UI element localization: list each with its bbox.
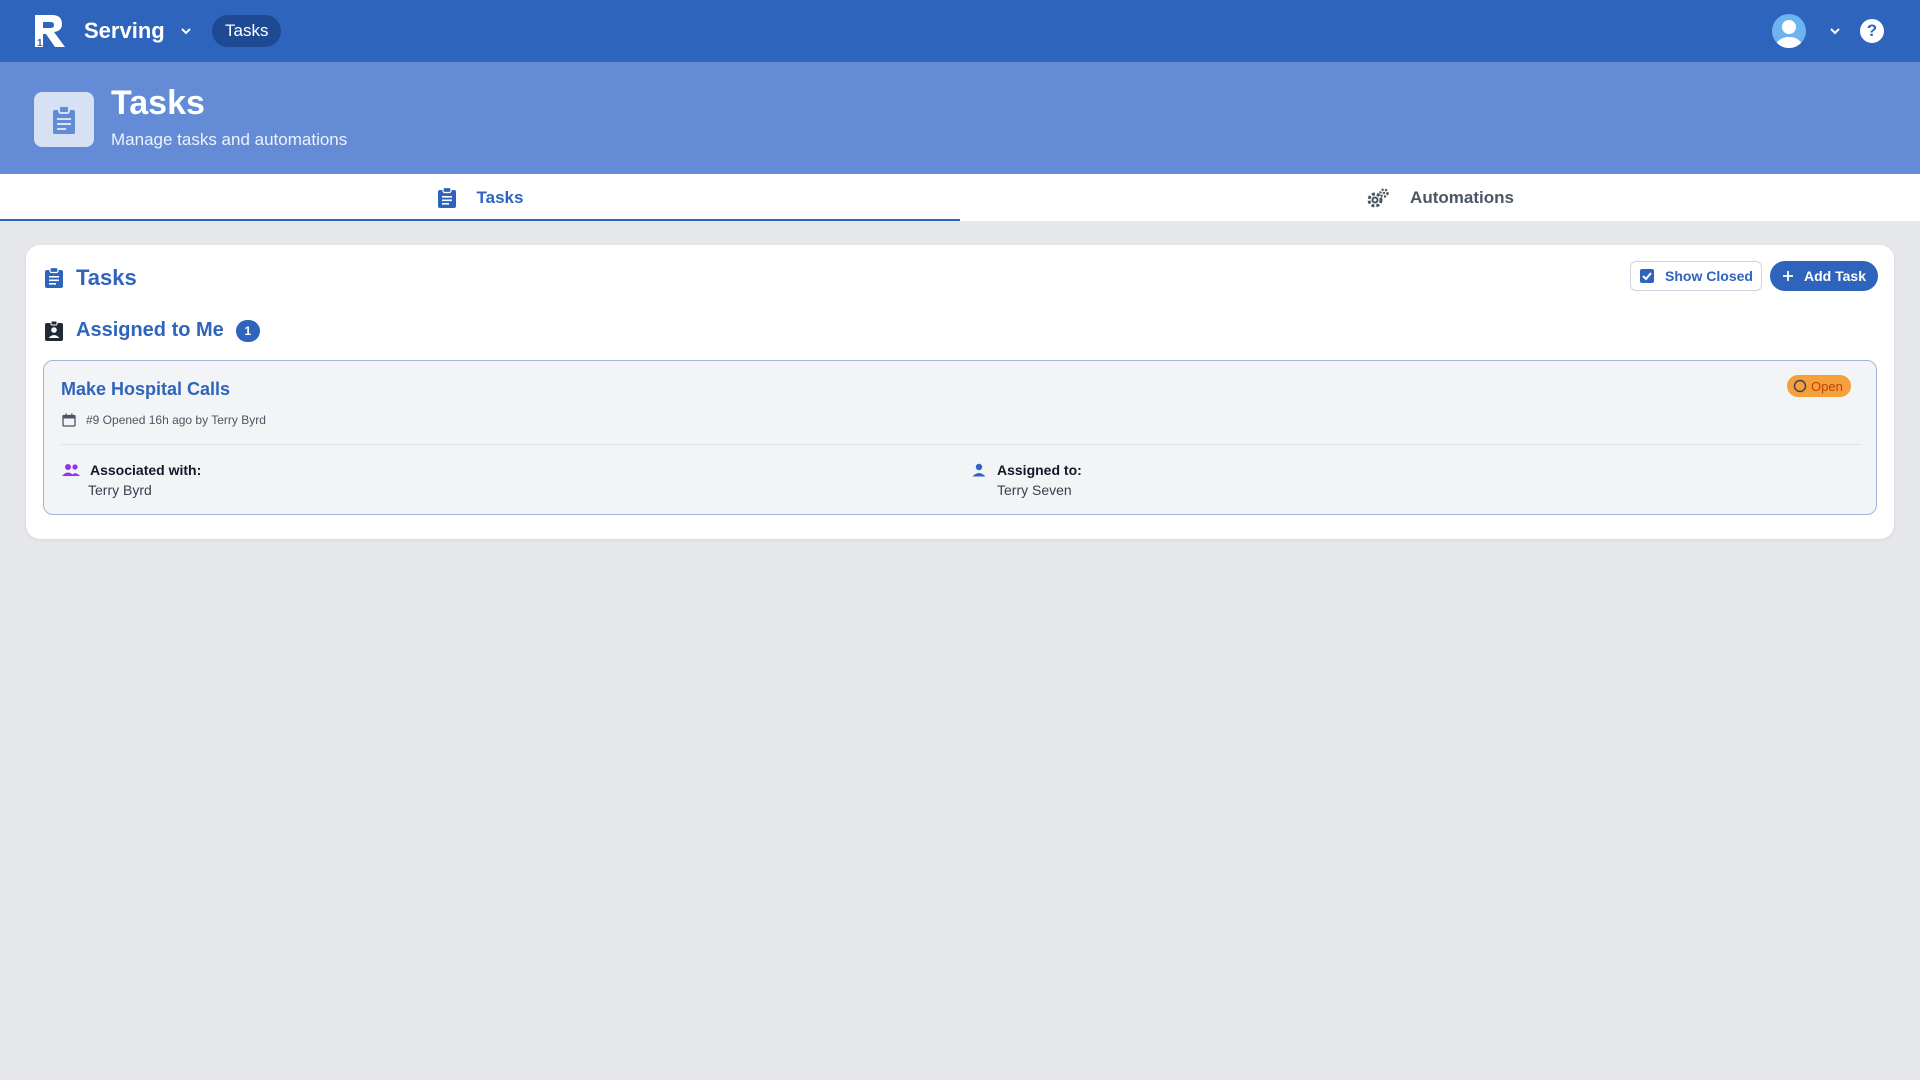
gears-icon (1367, 187, 1389, 207)
task-meta-text: #9 Opened 16h ago by Terry Byrd (86, 413, 266, 427)
card-title-label: Tasks (76, 265, 137, 290)
top-navbar: 1 Serving Tasks ? (0, 0, 1920, 62)
tab-tasks[interactable]: Tasks (0, 174, 960, 221)
clipboard-icon (34, 92, 94, 147)
task-meta: #9 Opened 16h ago by Terry Byrd (62, 413, 266, 427)
user-avatar-icon (1776, 20, 1802, 48)
calendar-icon (62, 413, 76, 427)
person-icon (972, 463, 986, 477)
assigned-label: Assigned to: (997, 462, 1082, 478)
user-avatar[interactable] (1772, 14, 1806, 48)
tab-bar: Tasks Automations (0, 174, 1920, 221)
assignment-ind-icon (45, 320, 63, 341)
svg-text:1: 1 (37, 38, 43, 49)
status-label: Open (1811, 378, 1843, 394)
add-task-label: Add Task (1804, 268, 1866, 284)
app-logo-icon[interactable]: 1 (32, 13, 68, 49)
checkbox-checked-icon (1640, 269, 1655, 283)
count-badge: 1 (235, 319, 260, 342)
show-closed-label: Show Closed (1665, 268, 1753, 284)
tab-tasks-label: Tasks (476, 187, 524, 207)
tab-automations-label: Automations (1410, 187, 1514, 207)
clipboard-icon (437, 186, 456, 208)
plus-icon (1783, 271, 1793, 281)
circle-outline-icon (1793, 379, 1807, 393)
associated-with: Associated with: Terry Byrd (62, 462, 201, 498)
status-badge: Open (1787, 375, 1851, 397)
help-icon[interactable]: ? (1860, 19, 1884, 43)
assigned-to: Assigned to: Terry Seven (971, 462, 1082, 498)
app-switcher[interactable]: Serving (84, 18, 193, 44)
associated-value: Terry Byrd (88, 482, 152, 498)
tasks-card: Tasks Show Closed Add Task Assigned to M… (26, 245, 1894, 539)
clipboard-icon (45, 267, 63, 288)
page-title: Tasks (111, 84, 205, 122)
app-name-label: Serving (84, 18, 165, 43)
tab-automations[interactable]: Automations (960, 174, 1920, 221)
people-icon (62, 464, 80, 476)
task-item[interactable]: Make Hospital Calls Open #9 Opened 16h a… (43, 360, 1877, 515)
add-task-button[interactable]: Add Task (1770, 261, 1878, 291)
section-title: Assigned to Me (76, 319, 224, 341)
show-closed-toggle[interactable]: Show Closed (1630, 261, 1762, 291)
task-divider (61, 444, 1861, 445)
task-title-link[interactable]: Make Hospital Calls (61, 379, 230, 400)
user-menu-chevron-icon[interactable] (1828, 24, 1842, 38)
card-title: Tasks (44, 265, 137, 291)
page-header: Tasks Manage tasks and automations (0, 62, 1920, 174)
associated-label: Associated with: (90, 462, 202, 478)
page-subtitle: Manage tasks and automations (111, 130, 348, 149)
breadcrumb-tasks[interactable]: Tasks (212, 15, 282, 47)
assigned-value: Terry Seven (997, 482, 1072, 498)
chevron-down-icon (180, 28, 191, 35)
assigned-to-me-heading: Assigned to Me 1 (44, 319, 260, 342)
